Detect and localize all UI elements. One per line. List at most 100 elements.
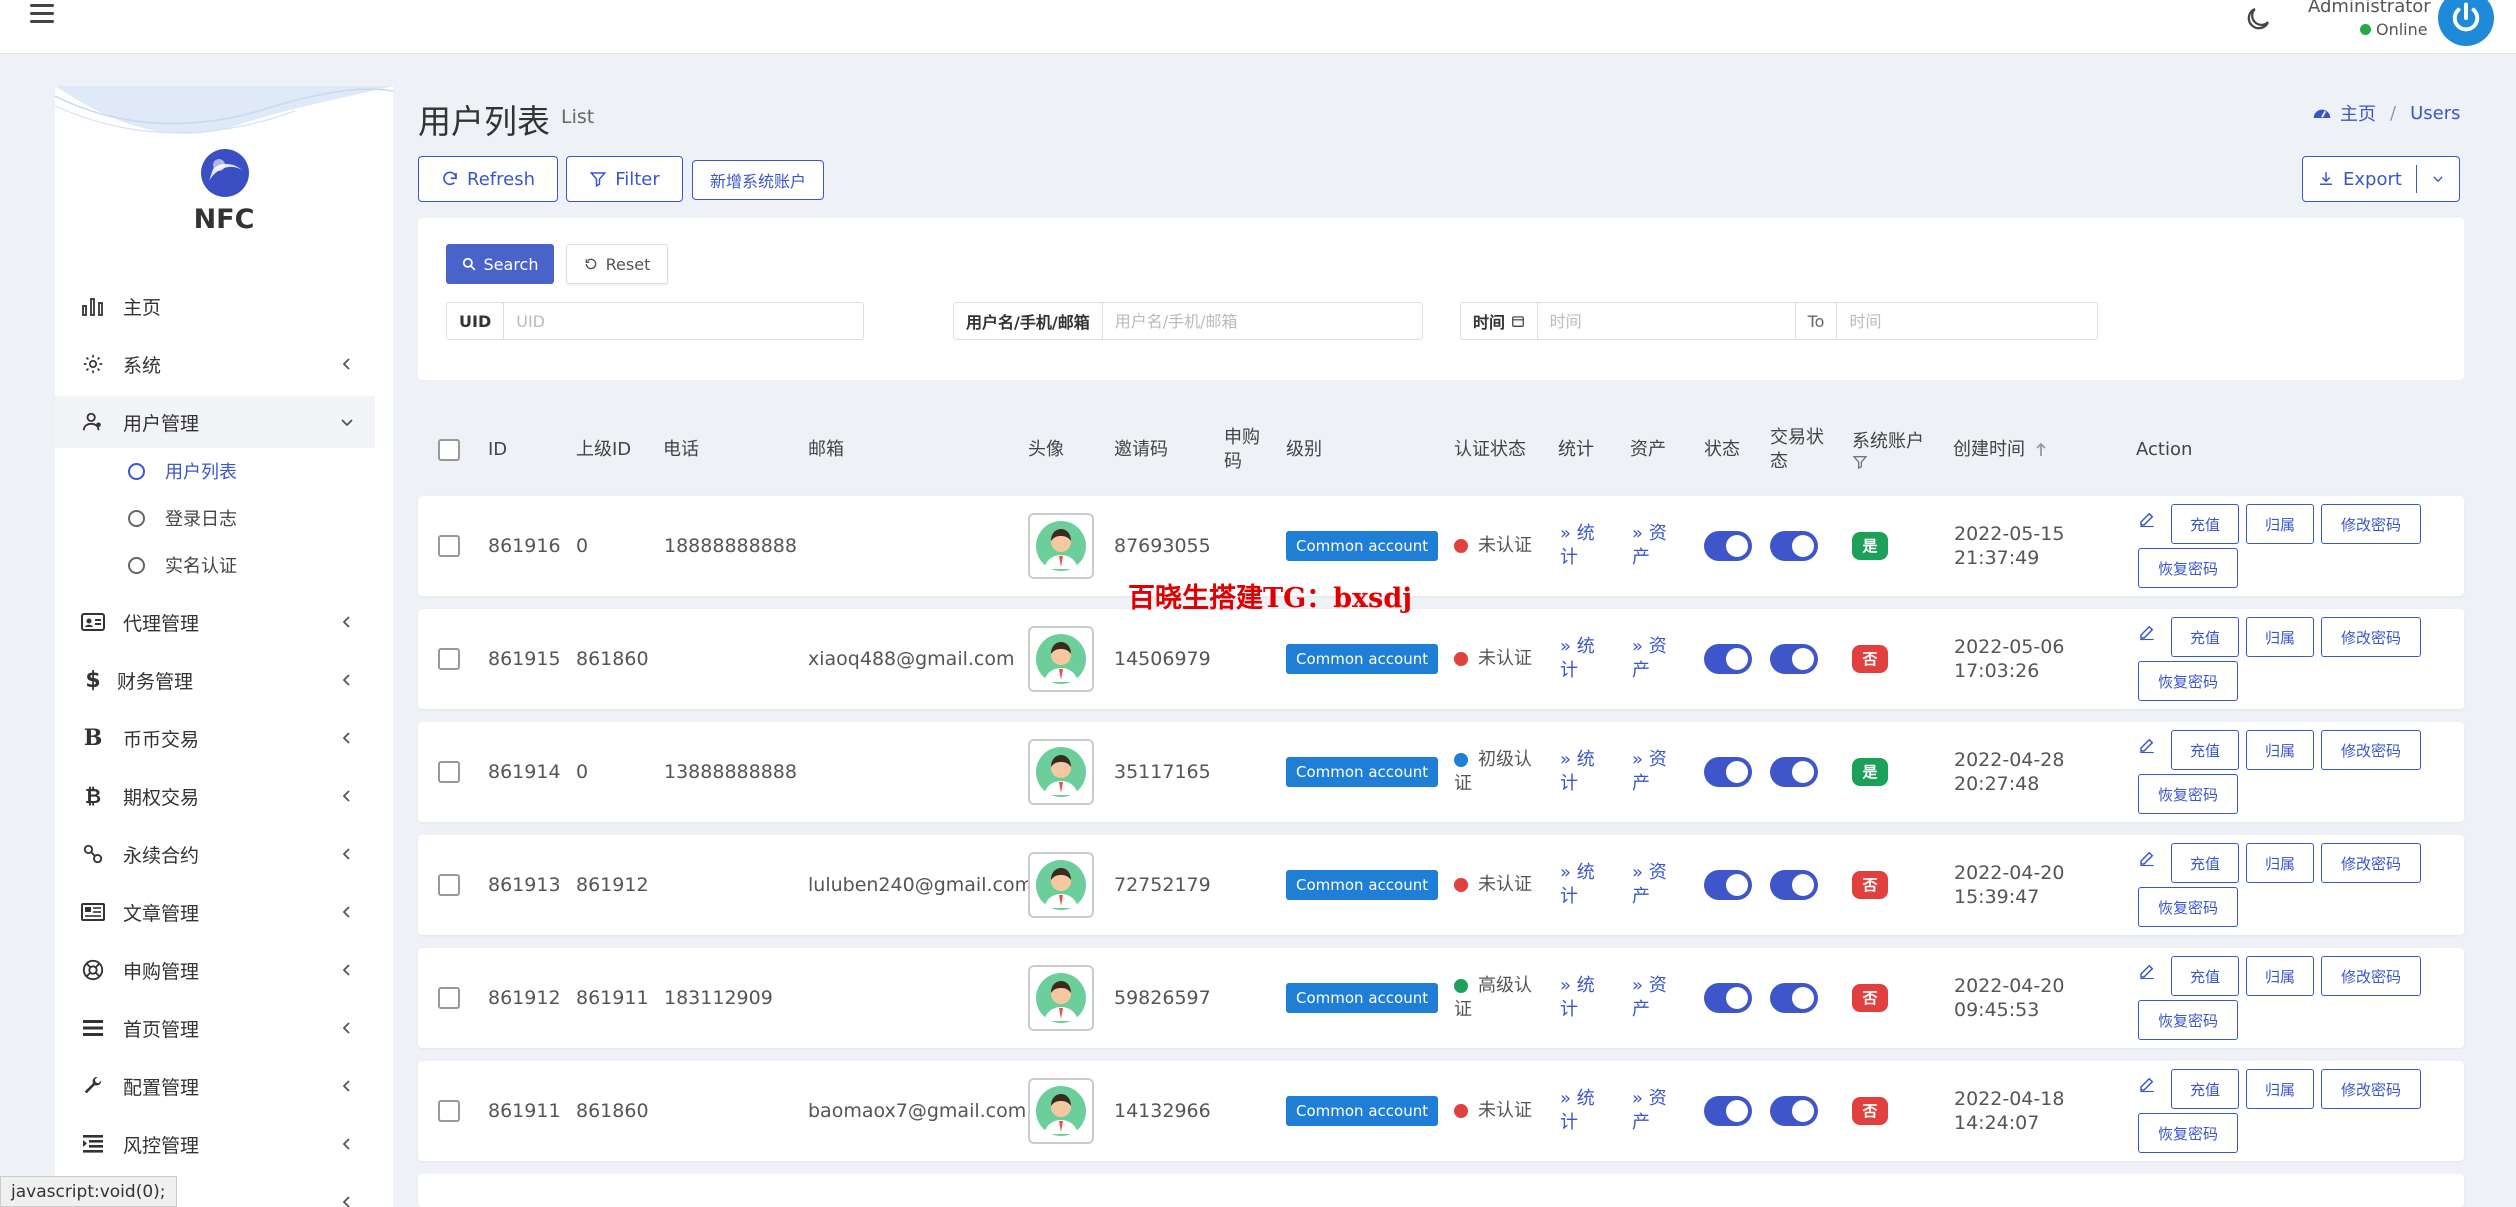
restore-password-button[interactable]: 恢复密码 (2138, 548, 2238, 588)
status-toggle[interactable] (1704, 531, 1752, 561)
time-from-input[interactable] (1537, 303, 1796, 339)
cell-avatar[interactable] (1028, 609, 1094, 709)
sidebar-subitem-real-name[interactable]: 实名认证 (128, 544, 237, 586)
change-password-button[interactable]: 修改密码 (2321, 843, 2421, 883)
restore-password-button[interactable]: 恢复密码 (2138, 774, 2238, 814)
restore-password-button[interactable]: 恢复密码 (2138, 661, 2238, 701)
belong-button[interactable]: 归属 (2246, 1069, 2314, 1109)
recharge-button[interactable]: 充值 (2171, 504, 2239, 544)
export-button[interactable]: Export (2302, 156, 2460, 202)
sidebar-item-options-trade[interactable]: ₿ 期权交易 (55, 770, 375, 822)
header-parent-id[interactable]: 上级ID (576, 410, 631, 490)
refresh-button[interactable]: Refresh (418, 156, 558, 202)
hamburger-menu-icon[interactable] (30, 4, 54, 24)
cell-avatar[interactable] (1028, 1061, 1094, 1161)
status-toggle[interactable] (1704, 757, 1752, 787)
sidebar-item-home[interactable]: 主页 (55, 280, 375, 332)
moon-icon[interactable] (2243, 4, 2273, 34)
sidebar-item-system[interactable]: 系统 (55, 338, 375, 390)
header-level[interactable]: 级别 (1286, 410, 1322, 490)
row-checkbox[interactable] (438, 609, 460, 709)
assets-link[interactable]: » 资产 (1632, 1061, 1667, 1161)
belong-button[interactable]: 归属 (2246, 843, 2314, 883)
header-id[interactable]: ID (488, 410, 507, 490)
change-password-button[interactable]: 修改密码 (2321, 617, 2421, 657)
row-checkbox[interactable] (438, 948, 460, 1048)
sidebar-item-risk[interactable]: 风控管理 (55, 1118, 375, 1170)
row-checkbox[interactable] (438, 835, 460, 935)
trade-status-toggle[interactable] (1770, 1096, 1818, 1126)
stats-link[interactable]: » 统计 (1560, 496, 1595, 596)
header-phone[interactable]: 电话 (663, 410, 699, 490)
belong-button[interactable]: 归属 (2246, 730, 2314, 770)
reset-button[interactable]: Reset (566, 244, 668, 284)
uid-input[interactable] (504, 303, 863, 339)
trade-status-toggle[interactable] (1770, 870, 1818, 900)
search-button[interactable]: Search (446, 244, 554, 284)
avatar[interactable] (1028, 739, 1094, 805)
edit-icon[interactable] (2138, 736, 2156, 754)
assets-link[interactable]: » 资产 (1632, 496, 1667, 596)
avatar[interactable] (1028, 852, 1094, 918)
belong-button[interactable]: 归属 (2246, 504, 2314, 544)
header-system-account[interactable]: 系统账户 (1852, 410, 1924, 490)
admin-name[interactable]: Administrator (2308, 0, 2431, 17)
avatar[interactable] (1028, 513, 1094, 579)
header-trade-status[interactable]: 交易状态 (1770, 410, 1824, 490)
restore-password-button[interactable]: 恢复密码 (2138, 1113, 2238, 1153)
header-email[interactable]: 邮箱 (808, 410, 844, 490)
edit-icon[interactable] (2138, 849, 2156, 867)
header-subscribe-code[interactable]: 申购码 (1224, 410, 1260, 490)
assets-link[interactable]: » 资产 (1632, 722, 1667, 822)
sidebar-item-coin-trade[interactable]: B 币币交易 (55, 712, 375, 764)
cell-avatar[interactable] (1028, 948, 1094, 1048)
sidebar-subitem-user-list[interactable]: 用户列表 (128, 450, 237, 492)
belong-button[interactable]: 归属 (2246, 617, 2314, 657)
add-system-account-button[interactable]: 新增系统账户 (692, 160, 824, 200)
filter-button[interactable]: Filter (566, 156, 683, 202)
user-input[interactable] (1102, 303, 1422, 339)
recharge-button[interactable]: 充值 (2171, 1069, 2239, 1109)
breadcrumb-home[interactable]: 主页 (2340, 100, 2376, 126)
sidebar-item-subscription[interactable]: 申购管理 (55, 944, 375, 996)
cell-avatar[interactable] (1028, 722, 1094, 822)
sidebar-item-articles[interactable]: 文章管理 (55, 886, 375, 938)
select-all-checkbox[interactable] (438, 410, 460, 490)
trade-status-toggle[interactable] (1770, 757, 1818, 787)
avatar[interactable] (1028, 965, 1094, 1031)
avatar[interactable] (1028, 1078, 1094, 1144)
header-auth-status[interactable]: 认证状态 (1454, 410, 1526, 490)
cell-avatar[interactable] (1028, 835, 1094, 935)
sidebar-item-config[interactable]: 配置管理 (55, 1060, 375, 1112)
sort-up-icon[interactable] (2035, 442, 2047, 458)
sidebar-item-perpetual[interactable]: 永续合约 (55, 828, 375, 880)
recharge-button[interactable]: 充值 (2171, 730, 2239, 770)
assets-link[interactable]: » 资产 (1632, 948, 1667, 1048)
edit-icon[interactable] (2138, 1075, 2156, 1093)
time-to-input[interactable] (1837, 303, 2068, 339)
trade-status-toggle[interactable] (1770, 644, 1818, 674)
change-password-button[interactable]: 修改密码 (2321, 1069, 2421, 1109)
avatar[interactable] (1028, 626, 1094, 692)
cell-avatar[interactable] (1028, 496, 1094, 596)
header-status[interactable]: 状态 (1704, 410, 1740, 490)
edit-icon[interactable] (2138, 623, 2156, 641)
user-avatar[interactable] (2438, 0, 2494, 46)
edit-icon[interactable] (2138, 962, 2156, 980)
recharge-button[interactable]: 充值 (2171, 956, 2239, 996)
status-toggle[interactable] (1704, 644, 1752, 674)
restore-password-button[interactable]: 恢复密码 (2138, 887, 2238, 927)
change-password-button[interactable]: 修改密码 (2321, 504, 2421, 544)
sidebar-item-user-management[interactable]: 用户管理 (55, 396, 375, 448)
trade-status-toggle[interactable] (1770, 983, 1818, 1013)
filter-icon[interactable] (1852, 454, 1868, 470)
assets-link[interactable]: » 资产 (1632, 609, 1667, 709)
sidebar-item-homepage[interactable]: 首页管理 (55, 1002, 375, 1054)
stats-link[interactable]: » 统计 (1560, 722, 1595, 822)
change-password-button[interactable]: 修改密码 (2321, 730, 2421, 770)
recharge-button[interactable]: 充值 (2171, 843, 2239, 883)
sidebar-item-finance[interactable]: $ 财务管理 (55, 654, 375, 706)
change-password-button[interactable]: 修改密码 (2321, 956, 2421, 996)
sidebar-item-agent[interactable]: 代理管理 (55, 596, 375, 648)
restore-password-button[interactable]: 恢复密码 (2138, 1000, 2238, 1040)
